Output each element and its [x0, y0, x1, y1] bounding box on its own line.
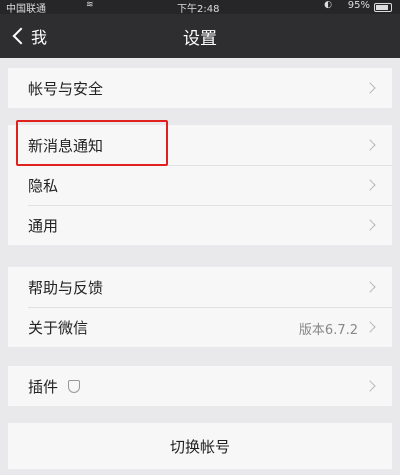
chevron-right-icon — [364, 219, 376, 231]
settings-group-account: 帐号与安全 — [8, 68, 392, 108]
chevron-right-icon — [364, 321, 376, 333]
switch-account-label: 切换帐号 — [169, 437, 230, 456]
settings-item-label: 隐私 — [28, 176, 59, 195]
chevron-right-icon — [364, 139, 376, 151]
alarm-icon: ◐ — [324, 0, 332, 10]
settings-group-plugins: 插件 — [8, 366, 392, 406]
wifi-icon: ≋ — [86, 0, 94, 10]
carrier-text: 中国联通 — [6, 4, 46, 15]
settings-item-about[interactable]: 关于微信 版本6.7.2 — [8, 307, 392, 347]
settings-item-plugins[interactable]: 插件 — [8, 366, 392, 406]
settings-item-label: 帮助与反馈 — [28, 278, 104, 297]
settings-item-label: 帐号与安全 — [28, 79, 104, 98]
status-bar: 中国联通 ≋ 下午2:48 ◐ 95% — [0, 0, 400, 15]
status-time: 下午2:48 — [177, 4, 220, 15]
highlight-box — [16, 120, 168, 166]
settings-group-help: 帮助与反馈 关于微信 版本6.7.2 — [8, 267, 392, 347]
nav-bar: 我 设置 — [0, 14, 400, 58]
page-title: 设置 — [183, 29, 217, 49]
settings-item-general[interactable]: 通用 — [8, 205, 392, 245]
shield-icon — [68, 379, 81, 393]
battery-icon — [374, 3, 392, 12]
settings-item-label: 通用 — [28, 216, 59, 235]
settings-item-privacy[interactable]: 隐私 — [8, 165, 392, 205]
settings-item-label: 关于微信 — [28, 318, 89, 337]
chevron-right-icon — [364, 380, 376, 392]
settings-item-help-feedback[interactable]: 帮助与反馈 — [8, 267, 392, 307]
chevron-right-icon — [364, 179, 376, 191]
switch-account-button[interactable]: 切换帐号 — [8, 423, 392, 469]
settings-item-label: 插件 — [28, 377, 59, 396]
chevron-right-icon — [364, 82, 376, 94]
chevron-right-icon — [364, 281, 376, 293]
battery-text: 95% — [347, 0, 370, 11]
version-text: 版本6.7.2 — [298, 323, 358, 338]
settings-item-account-security[interactable]: 帐号与安全 — [8, 68, 392, 108]
